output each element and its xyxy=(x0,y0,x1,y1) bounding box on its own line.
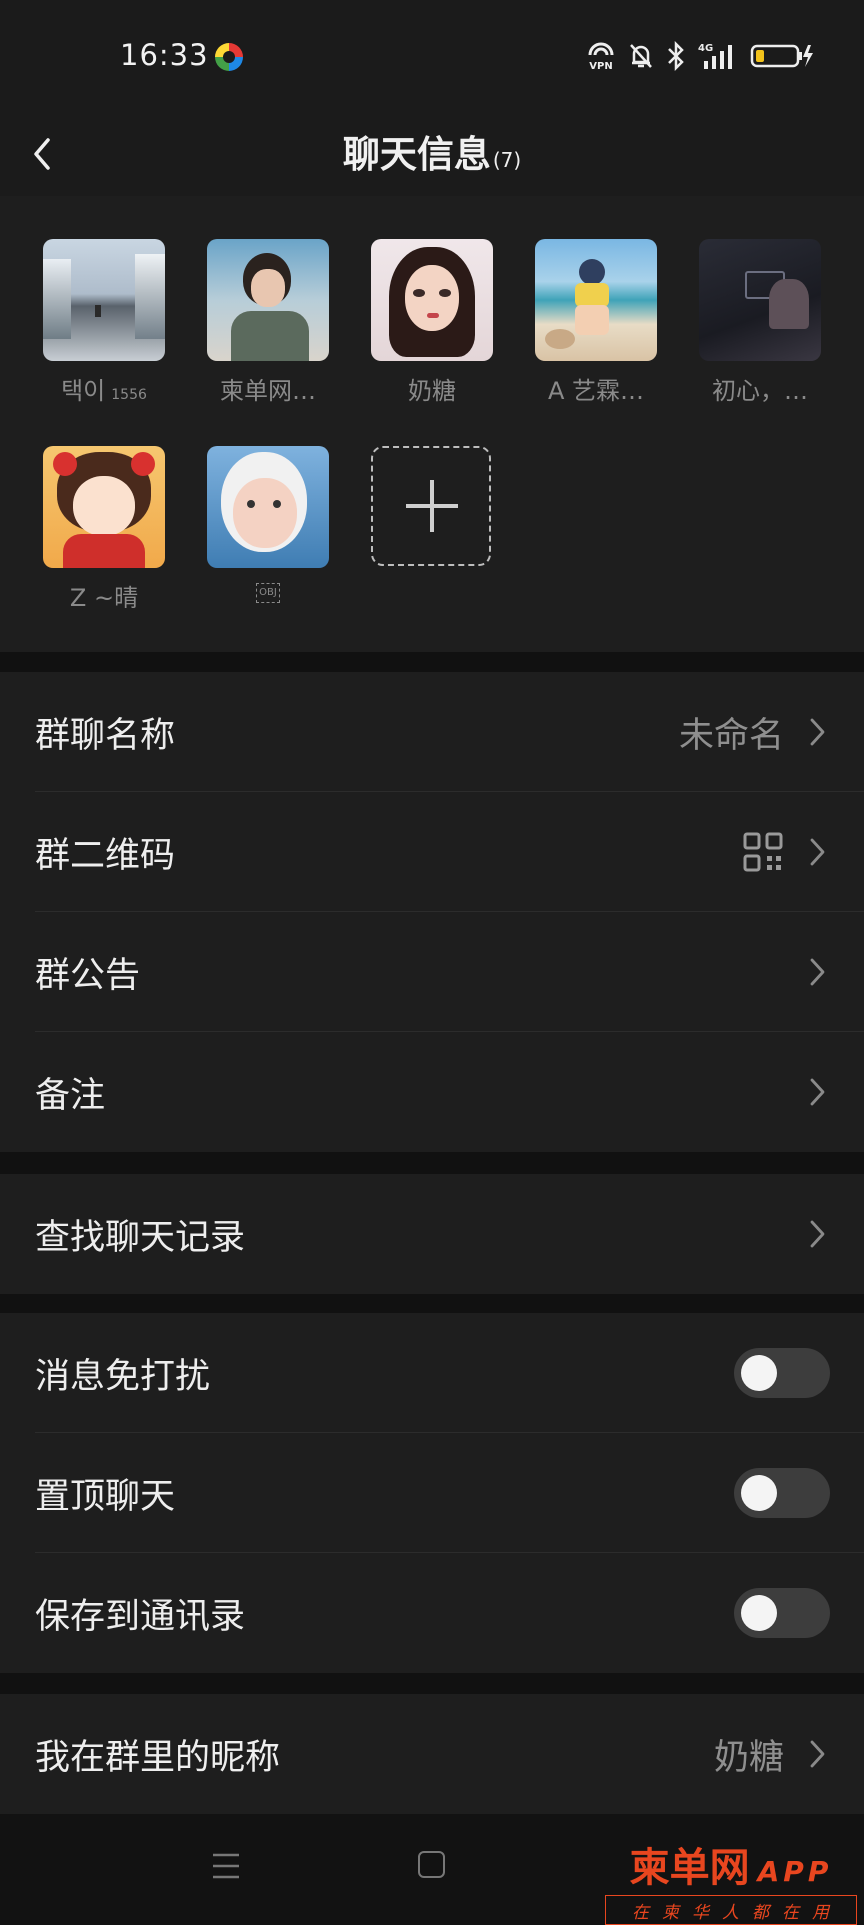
svg-text:4G: 4G xyxy=(698,43,713,54)
remark-label: 备注 xyxy=(35,1075,106,1116)
save-contacts-row: 保存到通讯录 xyxy=(0,1553,864,1673)
toggle-knob xyxy=(741,1355,777,1391)
chevron-right-icon xyxy=(810,1220,825,1248)
member-name: OBJ xyxy=(256,583,280,603)
watermark-title: 柬单网 xyxy=(629,1845,750,1891)
home-icon[interactable] xyxy=(418,1851,445,1878)
save-contacts-label: 保存到通讯录 xyxy=(35,1596,246,1637)
mute-label: 消息免打扰 xyxy=(35,1356,211,1397)
member-avatar[interactable] xyxy=(699,239,821,361)
member-grid: 택이 1556 柬单网… 奶糖 A 艺霖… 初心，… Z ~晴 OBJ xyxy=(0,196,864,652)
group-name-label: 群聊名称 xyxy=(35,715,176,756)
member-avatar[interactable] xyxy=(43,239,165,361)
member-item[interactable]: 初心，… xyxy=(699,239,821,406)
group-qr-row[interactable]: 群二维码 xyxy=(0,792,864,912)
watermark-app: APP xyxy=(757,1855,833,1888)
member-item[interactable]: 택이 1556 xyxy=(43,239,165,406)
member-item[interactable]: Z ~晴 xyxy=(43,446,165,613)
mute-row: 消息免打扰 xyxy=(0,1313,864,1433)
chevron-right-icon xyxy=(810,1078,825,1106)
bell-muted-icon xyxy=(630,44,652,68)
app-notification-icon xyxy=(215,43,243,71)
status-icons: VPN 4G xyxy=(586,38,814,74)
toggle-knob xyxy=(741,1595,777,1631)
toggle-knob xyxy=(741,1475,777,1511)
member-name: 택이 xyxy=(61,377,106,405)
save-contacts-toggle[interactable] xyxy=(734,1588,830,1638)
nickname-section: 我在群里的昵称 奶糖 xyxy=(0,1694,864,1814)
watermark-logo: 柬单网 APP 在柬华人都在用 xyxy=(605,1835,857,1925)
page-title-text: 聊天信息 xyxy=(342,133,491,176)
mute-toggle[interactable] xyxy=(734,1348,830,1398)
member-item[interactable]: 柬单网… xyxy=(207,239,329,406)
my-nickname-label: 我在群里的昵称 xyxy=(35,1737,281,1778)
my-nickname-row[interactable]: 我在群里的昵称 奶糖 xyxy=(0,1694,864,1814)
chevron-right-icon xyxy=(810,718,825,746)
vpn-icon: VPN xyxy=(588,42,614,71)
group-qr-label: 群二维码 xyxy=(35,835,176,876)
member-avatar[interactable] xyxy=(43,446,165,568)
group-name-row[interactable]: 群聊名称 未命名 xyxy=(0,672,864,792)
member-name: Z ~晴 xyxy=(69,584,139,612)
menu-icon[interactable] xyxy=(211,1851,241,1881)
member-avatar[interactable] xyxy=(207,239,329,361)
status-time: 16:33 xyxy=(120,38,209,72)
member-name-suffix: 1556 xyxy=(111,387,147,403)
watermark-tagline: 在柬华人都在用 xyxy=(605,1895,857,1925)
pin-row: 置顶聊天 xyxy=(0,1433,864,1553)
search-history-row[interactable]: 查找聊天记录 xyxy=(0,1174,864,1294)
chevron-right-icon xyxy=(810,838,825,866)
qr-code-icon xyxy=(743,832,783,872)
chevron-right-icon xyxy=(810,958,825,986)
group-name-value: 未命名 xyxy=(678,715,784,756)
search-history-label: 查找聊天记录 xyxy=(35,1217,246,1258)
member-name: 初心，… xyxy=(712,377,808,405)
member-name: A 艺霖… xyxy=(547,377,645,405)
svg-text:VPN: VPN xyxy=(589,61,612,71)
page-title: 聊天信息 (7) xyxy=(0,124,864,178)
group-settings-section: 群聊名称 未命名 群二维码 群公告 备注 xyxy=(0,672,864,1152)
battery-icon xyxy=(750,44,813,68)
member-avatar[interactable] xyxy=(535,239,657,361)
member-avatar[interactable] xyxy=(207,446,329,568)
pin-toggle[interactable] xyxy=(734,1468,830,1518)
chevron-right-icon xyxy=(810,1740,825,1768)
announcement-row[interactable]: 群公告 xyxy=(0,912,864,1032)
member-item[interactable]: 奶糖 xyxy=(371,239,493,406)
pin-label: 置顶聊天 xyxy=(35,1476,176,1517)
member-name: 奶糖 xyxy=(408,377,456,405)
member-name: 柬单网… xyxy=(220,377,316,405)
toggle-section: 消息免打扰 置顶聊天 保存到通讯录 xyxy=(0,1313,864,1673)
remark-row[interactable]: 备注 xyxy=(0,1032,864,1152)
signal-icon: 4G xyxy=(698,43,732,69)
status-bar: 16:33 VPN 4G xyxy=(0,0,864,112)
header: 聊天信息 (7) xyxy=(0,112,864,196)
add-member-button[interactable] xyxy=(371,446,491,566)
member-avatar[interactable] xyxy=(371,239,493,361)
member-item[interactable]: OBJ xyxy=(207,446,329,606)
member-count: (7) xyxy=(492,148,522,172)
member-item[interactable]: A 艺霖… xyxy=(535,239,657,406)
bluetooth-icon xyxy=(668,41,684,71)
announcement-label: 群公告 xyxy=(35,955,141,996)
my-nickname-value: 奶糖 xyxy=(713,1737,784,1778)
search-section: 查找聊天记录 xyxy=(0,1174,864,1294)
